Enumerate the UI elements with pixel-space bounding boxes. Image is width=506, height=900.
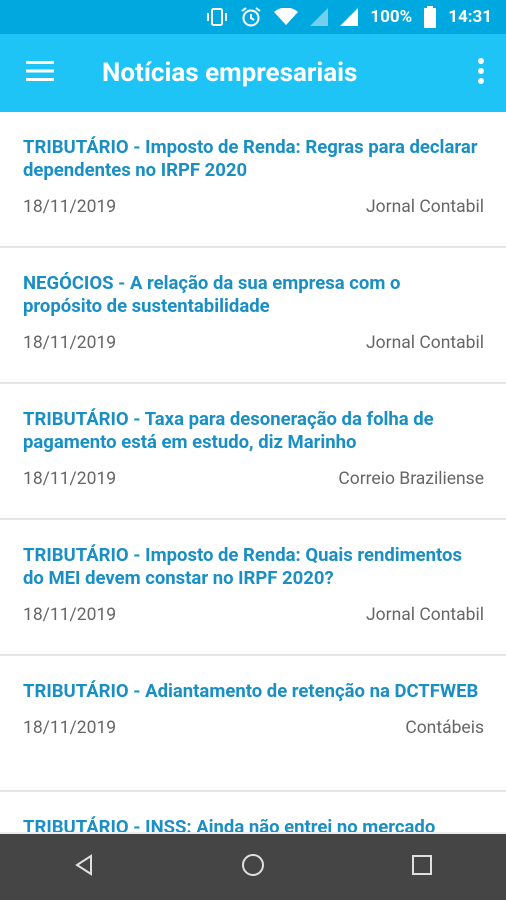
news-date: 18/11/2019: [23, 605, 117, 625]
news-item[interactable]: TRIBUTÁRIO - Imposto de Renda: Regras pa…: [0, 112, 506, 248]
news-headline: TRIBUTÁRIO - Imposto de Renda: Quais ren…: [23, 544, 462, 589]
home-circle-icon: [241, 853, 265, 881]
news-headline: TRIBUTÁRIO - Imposto de Renda: Regras pa…: [23, 136, 478, 181]
status-bar: 100% 14:31: [0, 0, 506, 34]
battery-icon: [424, 6, 437, 28]
news-date: 18/11/2019: [23, 197, 117, 217]
alarm-icon: [240, 6, 262, 28]
news-source: Jornal Contabil: [366, 605, 484, 625]
news-item[interactable]: TRIBUTÁRIO - Imposto de Renda: Quais ren…: [0, 520, 506, 656]
news-source: Jornal Contabil: [366, 197, 484, 217]
news-item[interactable]: NEGÓCIOS - A relação da sua empresa com …: [0, 248, 506, 384]
news-list: TRIBUTÁRIO - Imposto de Renda: Regras pa…: [0, 112, 506, 832]
wifi-icon: [274, 8, 299, 26]
page-title: Notícias empresariais: [102, 58, 358, 88]
more-options-button[interactable]: [456, 34, 506, 112]
news-headline: TRIBUTÁRIO - Taxa para desoneração da fo…: [23, 408, 434, 453]
news-date: 18/11/2019: [23, 333, 117, 353]
app-bar: Notícias empresariais: [0, 34, 506, 112]
recents-button[interactable]: [392, 837, 452, 897]
news-source: Correio Braziliense: [338, 469, 484, 489]
news-date: 18/11/2019: [23, 718, 117, 738]
battery-percent: 100%: [370, 7, 413, 27]
back-button[interactable]: [54, 837, 114, 897]
news-headline: TRIBUTÁRIO - INSS: Ainda não entrei no m…: [23, 816, 436, 832]
news-headline: NEGÓCIOS - A relação da sua empresa com …: [23, 272, 401, 317]
clock-time: 14:31: [448, 7, 492, 27]
news-source: Jornal Contabil: [366, 333, 484, 353]
recents-square-icon: [411, 855, 432, 879]
more-vert-icon: [478, 58, 484, 88]
news-item[interactable]: TRIBUTÁRIO - Taxa para desoneração da fo…: [0, 384, 506, 520]
news-headline: TRIBUTÁRIO - Adiantamento de retenção na…: [23, 680, 479, 702]
home-button[interactable]: [223, 837, 283, 897]
news-item[interactable]: TRIBUTÁRIO - INSS: Ainda não entrei no m…: [0, 792, 506, 832]
hamburger-menu-icon: [26, 60, 54, 86]
menu-button[interactable]: [0, 34, 80, 112]
news-date: 18/11/2019: [23, 469, 117, 489]
back-triangle-icon: [73, 854, 95, 880]
news-source: Contábeis: [405, 718, 484, 738]
news-item[interactable]: TRIBUTÁRIO - Adiantamento de retenção na…: [0, 656, 506, 792]
signal-weak-icon: [310, 8, 329, 26]
signal-icon: [340, 8, 359, 26]
system-nav-bar: [0, 834, 506, 900]
vibrate-icon: [206, 7, 228, 27]
